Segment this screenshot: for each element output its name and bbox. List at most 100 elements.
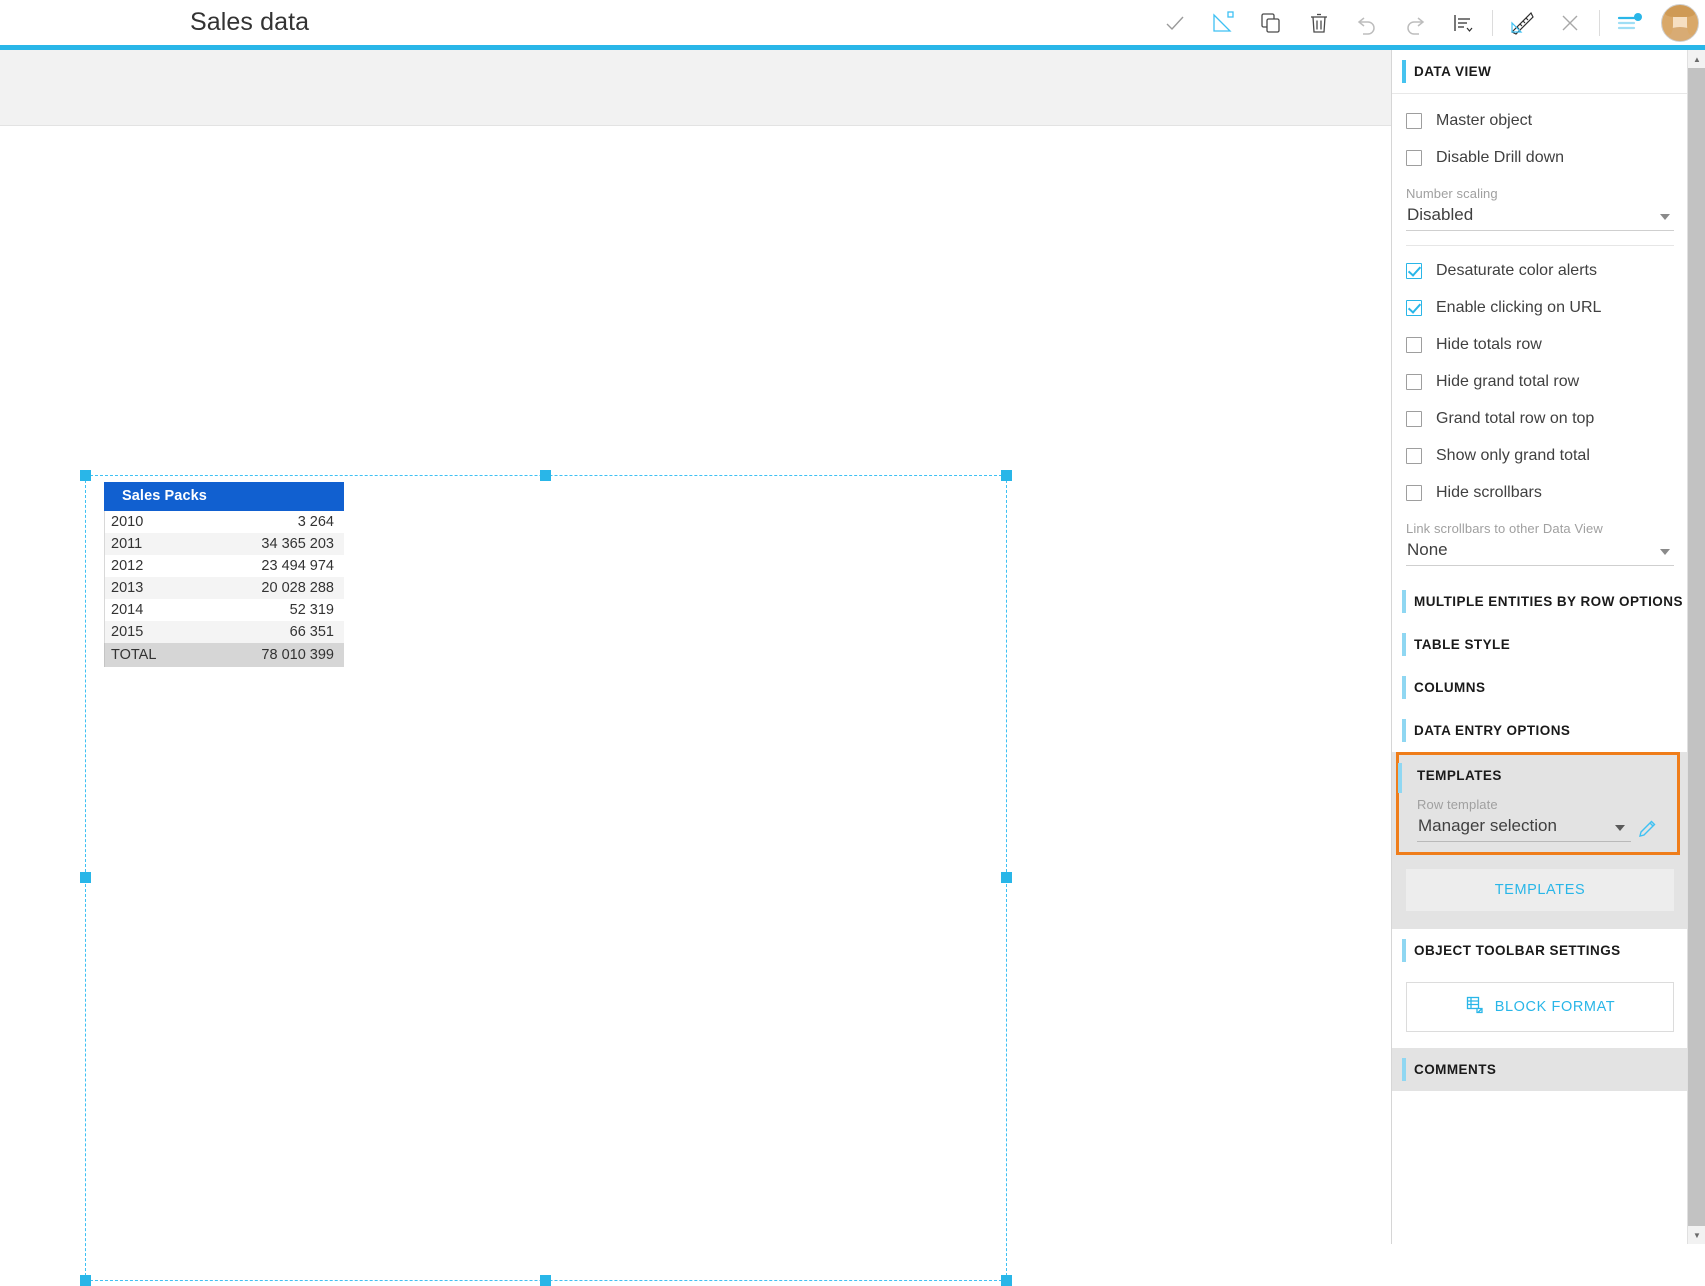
link-scrollbars-select[interactable]: None: [1406, 538, 1674, 566]
section-header-table-style[interactable]: TABLE STYLE: [1392, 623, 1688, 666]
table-header-cell: Sales Packs: [104, 482, 344, 511]
panel-scrollbar[interactable]: ▲ ▼: [1687, 50, 1705, 1244]
field-row-template: Row template Manager selection: [1399, 793, 1677, 852]
pencil-icon[interactable]: [1631, 816, 1663, 842]
toolbar-divider-2: [1599, 10, 1600, 36]
table-row[interactable]: 2011 34 365 203: [104, 533, 344, 555]
ruler-icon[interactable]: [1498, 0, 1546, 45]
resize-handle-bottom-center[interactable]: [540, 1275, 551, 1286]
scrollbar-up-arrow[interactable]: ▲: [1688, 50, 1705, 68]
checkbox-desaturate-color-alerts[interactable]: Desaturate color alerts: [1406, 252, 1674, 289]
checkbox-hide-scrollbars[interactable]: Hide scrollbars: [1406, 474, 1674, 511]
menu-icon[interactable]: [1605, 0, 1653, 45]
row-value: 3 264: [298, 514, 338, 530]
redo-icon[interactable]: [1391, 0, 1439, 45]
resize-handle-middle-left[interactable]: [80, 872, 91, 883]
row-value: 66 351: [290, 624, 338, 640]
toolbar-divider: [1492, 10, 1493, 36]
field-label: Row template: [1417, 797, 1663, 812]
close-icon[interactable]: [1546, 0, 1594, 45]
checkbox-label: Hide scrollbars: [1436, 484, 1542, 502]
table-row[interactable]: 2015 66 351: [104, 621, 344, 643]
checkbox-hide-totals-row[interactable]: Hide totals row: [1406, 326, 1674, 363]
templates-section: TEMPLATES Row template Manager selection: [1392, 752, 1688, 929]
checkbox-enable-clicking-on-url[interactable]: Enable clicking on URL: [1406, 289, 1674, 326]
table-row[interactable]: 2012 23 494 974: [104, 555, 344, 577]
templates-button[interactable]: TEMPLATES: [1406, 869, 1674, 911]
copy-icon[interactable]: [1247, 0, 1295, 45]
resize-handle-top-left[interactable]: [80, 470, 91, 481]
checkbox-master-object[interactable]: Master object: [1406, 102, 1674, 139]
section-header-columns[interactable]: COLUMNS: [1392, 666, 1688, 709]
undo-icon[interactable]: [1343, 0, 1391, 45]
field-link-scrollbars: Link scrollbars to other Data View None: [1406, 521, 1674, 566]
section-header-templates[interactable]: TEMPLATES: [1399, 755, 1677, 793]
templates-highlight-box: TEMPLATES Row template Manager selection: [1396, 752, 1680, 855]
table-row[interactable]: 2010 3 264: [104, 511, 344, 533]
row-value: 23 494 974: [261, 558, 338, 574]
table-row[interactable]: 2013 20 028 288: [104, 577, 344, 599]
number-scaling-select[interactable]: Disabled: [1406, 203, 1674, 231]
page-title: Sales data: [190, 8, 309, 37]
section-header-multiple-entities[interactable]: MULTIPLE ENTITIES BY ROW OPTIONS: [1392, 580, 1688, 623]
block-format-button[interactable]: BLOCK FORMAT: [1406, 982, 1674, 1032]
design-canvas[interactable]: Sales Packs 2010 3 264 2011 34 365 203 2…: [0, 127, 1391, 1244]
checkbox-grand-total-row-on-top[interactable]: Grand total row on top: [1406, 400, 1674, 437]
checkbox-box[interactable]: [1406, 337, 1422, 353]
checkbox-label: Show only grand total: [1436, 447, 1590, 465]
section-header-data-view[interactable]: DATA VIEW: [1392, 50, 1688, 94]
confirm-icon[interactable]: [1151, 0, 1199, 45]
section-header-data-entry-options[interactable]: DATA ENTRY OPTIONS: [1392, 709, 1688, 752]
block-format-icon: [1465, 995, 1485, 1019]
resize-handle-top-center[interactable]: [540, 470, 551, 481]
align-icon[interactable]: [1439, 0, 1487, 45]
header-accent-rule: [0, 45, 1705, 50]
checkbox-disable-drill-down[interactable]: Disable Drill down: [1406, 139, 1674, 176]
checkbox-box[interactable]: [1406, 485, 1422, 501]
checkbox-box[interactable]: [1406, 113, 1422, 129]
draw-shape-icon[interactable]: [1199, 0, 1247, 45]
checkbox-box[interactable]: [1406, 263, 1422, 279]
checkbox-label: Hide totals row: [1436, 336, 1542, 354]
section-header-comments[interactable]: COMMENTS: [1392, 1048, 1688, 1091]
row-label: 2014: [111, 602, 143, 618]
checkbox-label: Desaturate color alerts: [1436, 262, 1597, 280]
checkbox-label: Enable clicking on URL: [1436, 299, 1601, 317]
scrollbar-down-arrow[interactable]: ▼: [1688, 1226, 1705, 1244]
secondary-toolbar: [0, 50, 1391, 126]
checkbox-hide-grand-total-row[interactable]: Hide grand total row: [1406, 363, 1674, 400]
row-template-select[interactable]: Manager selection: [1417, 814, 1631, 842]
row-label: 2015: [111, 624, 143, 640]
total-value: 78 010 399: [261, 647, 338, 663]
checkbox-box[interactable]: [1406, 374, 1422, 390]
block-format-label: BLOCK FORMAT: [1495, 999, 1616, 1015]
resize-handle-bottom-left[interactable]: [80, 1275, 91, 1286]
properties-panel-content: DATA VIEW Master object Disable Drill do…: [1392, 50, 1688, 1244]
table-total-row[interactable]: TOTAL 78 010 399: [104, 643, 344, 667]
scrollbar-thumb[interactable]: [1688, 68, 1705, 1226]
row-label: 2012: [111, 558, 143, 574]
app-header: Sales data: [0, 0, 1705, 45]
data-view-options: Master object Disable Drill down Number …: [1392, 94, 1688, 580]
resize-handle-middle-right[interactable]: [1001, 872, 1012, 883]
checkbox-label: Grand total row on top: [1436, 410, 1594, 428]
properties-panel: DATA VIEW Master object Disable Drill do…: [1391, 50, 1705, 1244]
delete-icon[interactable]: [1295, 0, 1343, 45]
table-row[interactable]: 2014 52 319: [104, 599, 344, 621]
checkbox-show-only-grand-total[interactable]: Show only grand total: [1406, 437, 1674, 474]
section-header-object-toolbar-settings[interactable]: OBJECT TOOLBAR SETTINGS: [1392, 929, 1688, 972]
field-label: Number scaling: [1406, 186, 1674, 201]
checkbox-label: Hide grand total row: [1436, 373, 1579, 391]
checkbox-box[interactable]: [1406, 300, 1422, 316]
checkbox-box[interactable]: [1406, 150, 1422, 166]
avatar[interactable]: [1661, 4, 1699, 42]
avatar-hair-top: [1665, 4, 1695, 17]
checkbox-box[interactable]: [1406, 411, 1422, 427]
row-value: 52 319: [290, 602, 338, 618]
resize-handle-bottom-right[interactable]: [1001, 1275, 1012, 1286]
checkbox-label: Disable Drill down: [1436, 149, 1564, 167]
checkbox-box[interactable]: [1406, 448, 1422, 464]
resize-handle-top-right[interactable]: [1001, 470, 1012, 481]
row-label: 2013: [111, 580, 143, 596]
data-view-table[interactable]: Sales Packs 2010 3 264 2011 34 365 203 2…: [104, 482, 344, 667]
